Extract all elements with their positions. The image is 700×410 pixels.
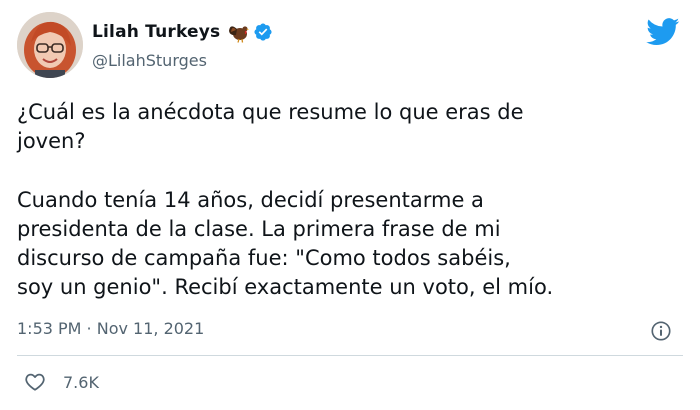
tweet-timestamp[interactable]: 1:53 PM · Nov 11, 2021	[17, 319, 204, 338]
tweet-line: Cuando tenía 14 años, decidí presentarme…	[17, 188, 484, 212]
tweet-line: presidenta de la clase. La primera frase…	[17, 217, 501, 241]
like-count: 7.6K	[63, 372, 99, 392]
tweet-line: soy un genio". Recibí exactamente un vot…	[17, 275, 554, 299]
verified-badge-icon	[253, 22, 273, 42]
tweet-card: Lilah Turkeys @LilahSturges ¿Cuál es la …	[0, 0, 700, 410]
avatar[interactable]	[17, 12, 83, 78]
user-handle[interactable]: @LilahSturges	[92, 51, 207, 70]
divider	[17, 355, 683, 356]
tweet-line: joven?	[17, 129, 86, 153]
tweet-line: ¿Cuál es la anécdota que resume lo que e…	[17, 100, 524, 124]
like-action[interactable]: 7.6K	[24, 371, 99, 393]
display-name[interactable]: Lilah Turkeys	[92, 22, 220, 42]
tweet-answer: Cuando tenía 14 años, decidí presentarme…	[17, 186, 677, 302]
name-row: Lilah Turkeys	[92, 21, 273, 43]
heart-icon[interactable]	[24, 371, 46, 393]
twitter-bird-icon[interactable]	[646, 18, 680, 46]
tweet-question: ¿Cuál es la anécdota que resume lo que e…	[17, 98, 677, 156]
info-icon[interactable]	[650, 320, 672, 342]
tweet-line: discurso de campaña fue: "Como todos sab…	[17, 246, 511, 270]
turkey-icon	[227, 21, 250, 43]
